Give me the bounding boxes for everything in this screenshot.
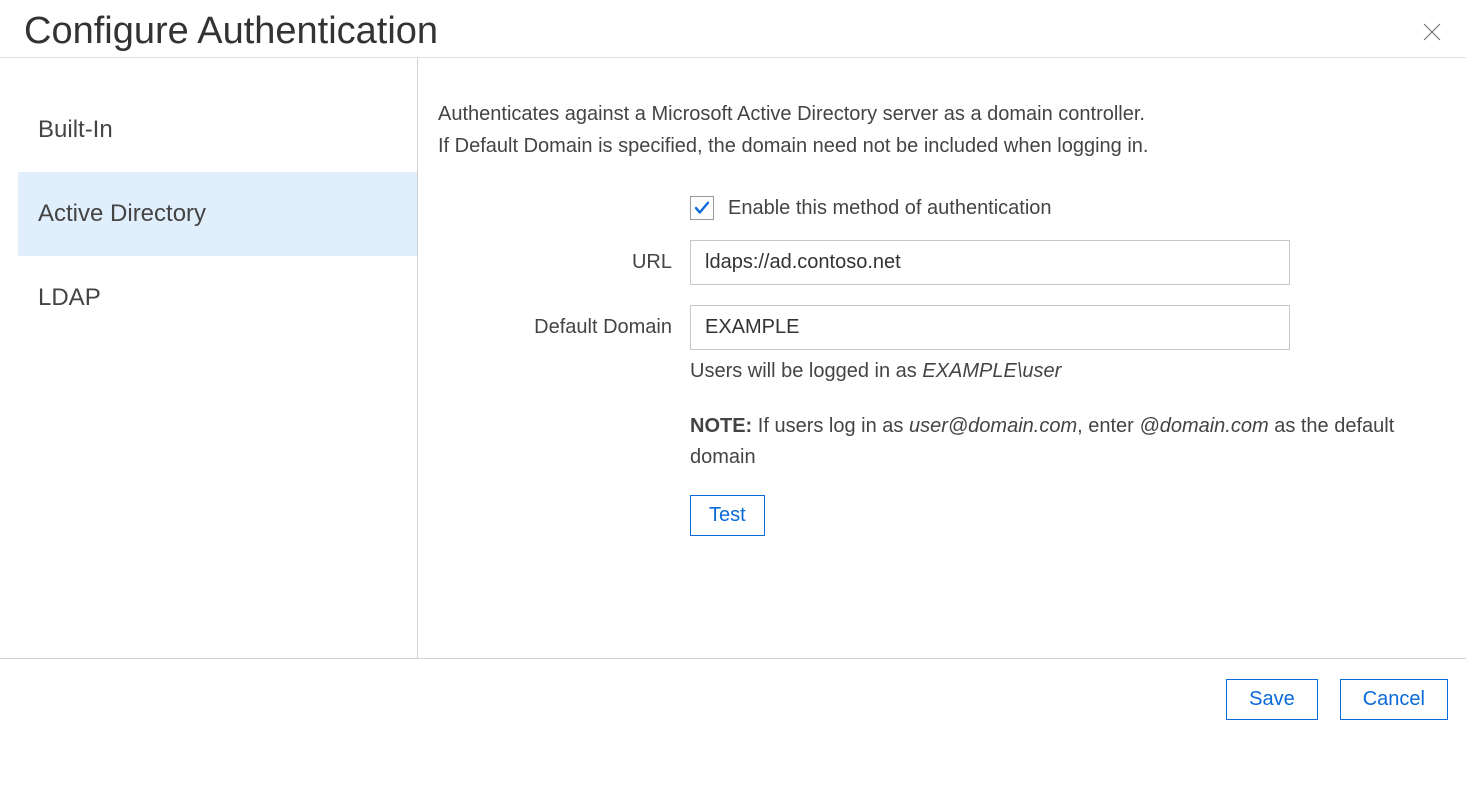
default-domain-row: Default Domain <box>438 305 1446 350</box>
save-button[interactable]: Save <box>1226 679 1318 720</box>
cancel-button[interactable]: Cancel <box>1340 679 1448 720</box>
enable-label: Enable this method of authentication <box>728 197 1052 220</box>
sidebar-item-label: Built-In <box>38 116 113 143</box>
url-label: URL <box>438 251 690 274</box>
note-text: NOTE: If users log in as user@domain.com… <box>690 411 1410 473</box>
dialog-body: Built-In Active Directory LDAP Authentic… <box>0 58 1466 658</box>
enable-checkbox-wrapper: Enable this method of authentication <box>690 196 1052 220</box>
sidebar-item-label: Active Directory <box>38 200 206 227</box>
url-row: URL <box>438 240 1446 285</box>
test-button[interactable]: Test <box>690 495 765 536</box>
dialog-title: Configure Authentication <box>24 10 438 53</box>
close-icon[interactable] <box>1418 18 1446 46</box>
note-seg2: , enter <box>1077 415 1139 437</box>
sidebar-item-ldap[interactable]: LDAP <box>18 256 417 340</box>
dialog-header: Configure Authentication <box>0 0 1466 58</box>
helper-example: EXAMPLE\user <box>922 360 1061 382</box>
default-domain-label: Default Domain <box>438 316 690 339</box>
helper-prefix: Users will be logged in as <box>690 360 922 382</box>
sidebar-item-label: LDAP <box>38 284 101 311</box>
default-domain-input[interactable] <box>690 305 1290 350</box>
content-panel: Authenticates against a Microsoft Active… <box>418 58 1466 658</box>
description-line2: If Default Domain is specified, the doma… <box>438 135 1148 157</box>
note-italic2: @domain.com <box>1139 415 1268 437</box>
url-input[interactable] <box>690 240 1290 285</box>
login-helper-text: Users will be logged in as EXAMPLE\user <box>690 360 1446 383</box>
note-italic1: user@domain.com <box>909 415 1077 437</box>
sidebar-item-active-directory[interactable]: Active Directory <box>18 172 417 256</box>
enable-checkbox[interactable] <box>690 196 714 220</box>
sidebar: Built-In Active Directory LDAP <box>0 58 418 658</box>
test-button-row: Test <box>690 495 1446 536</box>
description-line1: Authenticates against a Microsoft Active… <box>438 103 1145 125</box>
note-bold: NOTE: <box>690 415 752 437</box>
enable-row: Enable this method of authentication <box>438 196 1446 220</box>
sidebar-item-built-in[interactable]: Built-In <box>18 88 417 172</box>
description-text: Authenticates against a Microsoft Active… <box>438 98 1446 162</box>
dialog-footer: Save Cancel <box>0 658 1466 740</box>
note-seg1: If users log in as <box>752 415 909 437</box>
